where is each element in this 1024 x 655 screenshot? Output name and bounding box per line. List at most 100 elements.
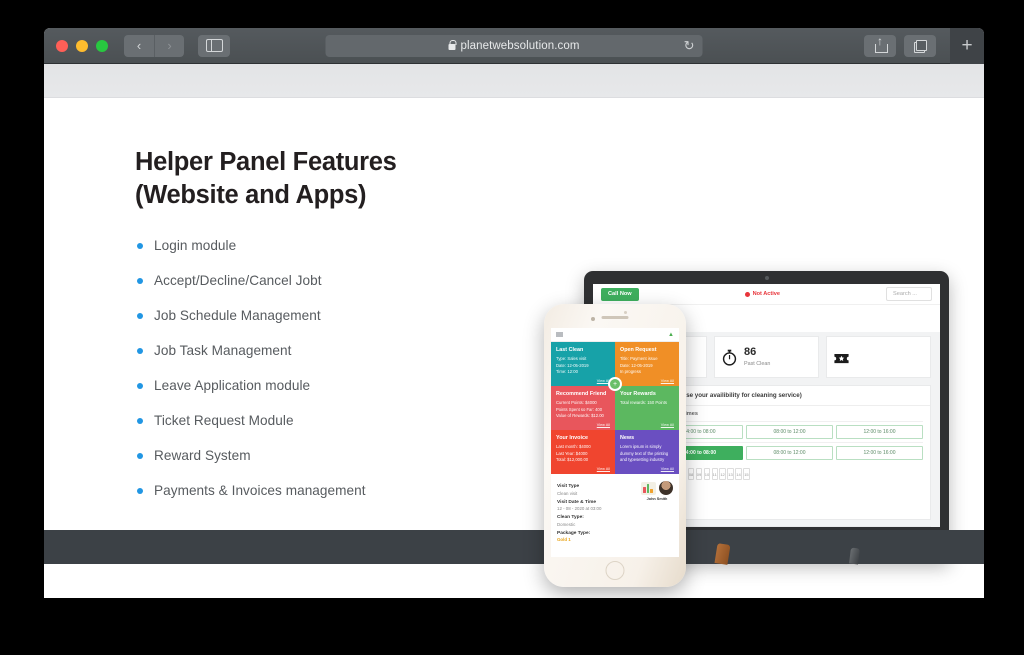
bullet-icon: [137, 418, 143, 425]
view-all-link[interactable]: View All: [661, 467, 674, 471]
hour-chip[interactable]: 15: [743, 468, 750, 480]
share-button[interactable]: [864, 34, 896, 57]
chart-icon: [641, 481, 656, 495]
pen-object-brown: [714, 543, 731, 565]
device-mockups: Call Now Not Active Search ... Dashboard…: [489, 138, 975, 587]
back-button[interactable]: ‹: [124, 34, 154, 57]
time-slot-button[interactable]: 12:00 to 16:00: [836, 425, 923, 439]
phone-tile[interactable]: Open Request Title: Payment issue Date: 12…: [615, 342, 679, 386]
phone-visit-detail: Visit Type Clean visit Visit Date & Time 12…: [551, 474, 679, 557]
headline-line-1: Helper Panel Features: [135, 148, 397, 176]
bullet-icon: [137, 313, 143, 320]
feature-list-item: Login module: [135, 238, 495, 253]
call-now-button[interactable]: Call Now: [601, 287, 639, 301]
close-window-button[interactable]: [56, 39, 68, 52]
window-controls: [56, 39, 108, 52]
bullet-icon: [137, 278, 143, 285]
tile-line: Total: $12,000.00: [556, 457, 589, 462]
time-slot-group: 04:00 to 08:00 08:00 to 12:00 12:00 to 16:…: [656, 425, 923, 439]
time-slot-button[interactable]: 08:00 to 12:00: [746, 446, 833, 460]
tile-title: Open Request: [620, 347, 657, 353]
phone-tile[interactable]: Recommend Friend Current Points: $4000 Poi…: [551, 386, 615, 430]
hour-chip[interactable]: 14: [735, 468, 742, 480]
lock-icon: [448, 39, 457, 50]
phone-speaker: [601, 316, 629, 319]
person-name: John Smith: [646, 497, 668, 501]
add-button[interactable]: +: [608, 377, 622, 391]
share-icon: [874, 39, 888, 53]
feature-label: Payments & Invoices management: [154, 483, 366, 499]
maximize-window-button[interactable]: [96, 39, 108, 52]
sidebar-toggle-button[interactable]: [198, 34, 230, 57]
browser-window: ‹ › planetwebsolution.com ↻ + Helper Pan…: [44, 28, 984, 598]
status-badge: Not Active: [744, 291, 780, 297]
hour-chip[interactable]: 13: [727, 468, 734, 480]
time-slot-button[interactable]: 12:00 to 16:00: [836, 446, 923, 460]
toolbar-right-buttons: [864, 34, 936, 57]
feature-label: Reward System: [154, 448, 251, 464]
hour-chip[interactable]: 11: [711, 468, 718, 480]
slide-text-column: Helper Panel Features (Website and Apps)…: [135, 146, 495, 518]
bullet-icon: [137, 243, 143, 250]
bullet-icon: [137, 453, 143, 460]
feature-label: Login module: [154, 238, 237, 254]
tile-title: Recommend Friend: [556, 391, 607, 397]
field-label: Package Type:: [557, 530, 591, 536]
feature-label: Leave Application module: [154, 378, 311, 394]
leaf-logo-icon: ▲: [668, 331, 674, 338]
phone-tile[interactable]: News Lorem ipsum is simply dummy text of …: [615, 430, 679, 474]
avatar: [659, 481, 673, 495]
phone-tile[interactable]: Last Clean Type: Sales visit Date: 12-05-2…: [551, 342, 615, 386]
hour-chip[interactable]: 12: [719, 468, 726, 480]
hour-chip[interactable]: 08: [687, 468, 695, 480]
reload-icon[interactable]: ↻: [684, 38, 695, 54]
bullet-icon: [137, 383, 143, 390]
field-value: Gold 1: [557, 537, 571, 542]
ticket-star-icon: [833, 349, 850, 366]
phone-home-button[interactable]: [605, 561, 625, 580]
tile-line: Value of Rewards: $12.00: [556, 413, 604, 418]
view-all-link[interactable]: View All: [661, 423, 674, 427]
tile-title: News: [620, 435, 635, 441]
url-text: planetwebsolution.com: [460, 39, 580, 52]
stat-card[interactable]: [826, 336, 931, 378]
minimize-window-button[interactable]: [76, 39, 88, 52]
laptop-camera-icon: [764, 276, 769, 280]
bookmarks-band: [44, 64, 984, 98]
browser-titlebar: ‹ › planetwebsolution.com ↻ +: [44, 28, 984, 64]
new-tab-button[interactable]: +: [950, 28, 984, 64]
address-bar[interactable]: planetwebsolution.com ↻: [325, 34, 703, 57]
phone-tiles: Last Clean Type: Sales visit Date: 12-05-2…: [551, 342, 679, 474]
page-content: Helper Panel Features (Website and Apps)…: [44, 98, 984, 587]
hour-chip[interactable]: 09: [695, 468, 703, 480]
phone-tile[interactable]: Your Rewards Total rewards: 150 Points Vie…: [615, 386, 679, 430]
hour-chip[interactable]: 10: [703, 468, 711, 480]
search-input[interactable]: Search ...: [886, 287, 932, 301]
phone-screen: ▲ Last Clean Type: Sales visit Date: 12-05…: [551, 328, 679, 557]
feature-label: Ticket Request Module: [154, 413, 294, 429]
tile-title: Last Clean: [556, 347, 584, 353]
stat-card[interactable]: 86 Past Clean: [714, 336, 819, 378]
sidebar-icon: [205, 39, 223, 52]
feature-list-item: Accept/Decline/Cancel Jobt: [135, 273, 495, 288]
stopwatch-icon: [721, 349, 738, 366]
view-all-link[interactable]: View All: [597, 423, 610, 427]
phone-camera-icon: [591, 316, 595, 321]
feature-list-item: Job Task Management: [135, 343, 495, 358]
phone-sensor: [624, 311, 627, 314]
bullet-icon: [137, 488, 143, 495]
phone-mockup: ▲ Last Clean Type: Sales visit Date: 12-05…: [544, 304, 686, 587]
time-slot-group: 04:00 to 08:00 08:00 to 12:00 12:00 to 16:…: [656, 446, 923, 460]
page-title: Helper Panel Features (Website and Apps): [135, 146, 495, 211]
hamburger-icon[interactable]: [556, 332, 563, 337]
view-all-link[interactable]: View All: [661, 379, 674, 383]
phone-tile[interactable]: Your Invoice Last month: $4000 Last Year: …: [551, 430, 615, 474]
time-slot-button[interactable]: 08:00 to 12:00: [746, 425, 833, 439]
chevron-right-icon: ›: [167, 38, 172, 53]
show-tabs-button[interactable]: [904, 34, 936, 57]
tile-line: Time: 12:00: [556, 369, 578, 374]
view-all-link[interactable]: View All: [597, 467, 610, 471]
feature-list-item: Reward System: [135, 448, 495, 463]
forward-button[interactable]: ›: [154, 34, 184, 57]
tile-title: Your Invoice: [556, 435, 588, 441]
